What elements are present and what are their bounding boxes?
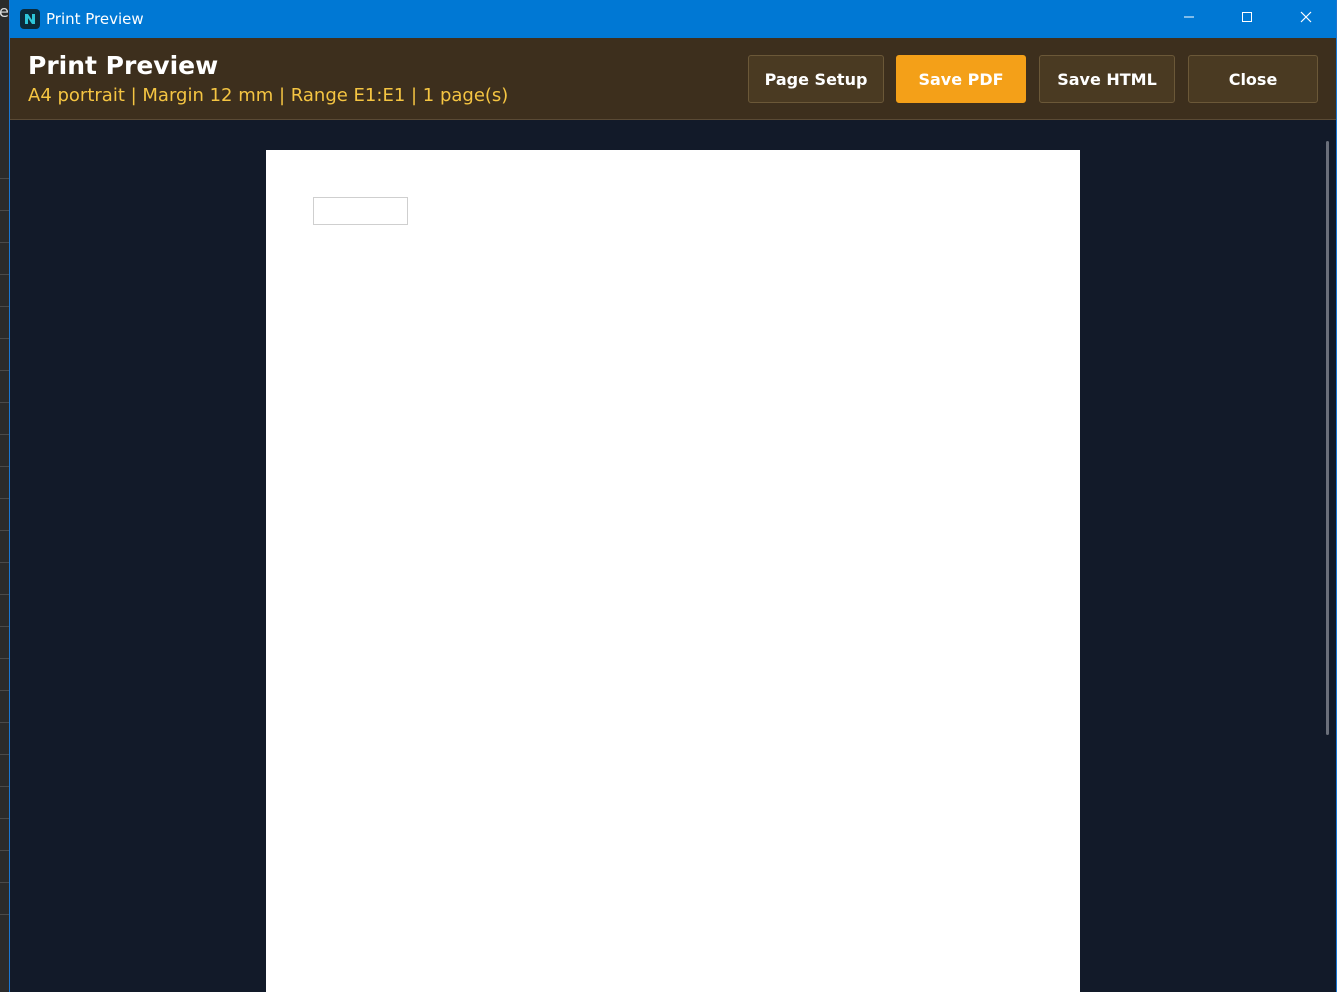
app-logo-icon xyxy=(20,9,40,29)
page-setup-button[interactable]: Page Setup xyxy=(748,55,884,103)
vertical-scrollbar[interactable] xyxy=(1326,141,1329,735)
save-pdf-button[interactable]: Save PDF xyxy=(896,55,1026,103)
print-preview-window: Print Preview Print Preview A4 portrait … xyxy=(9,0,1337,992)
minimize-icon xyxy=(1183,10,1195,28)
close-button[interactable]: Close xyxy=(1188,55,1318,103)
printed-cell xyxy=(313,197,408,225)
maximize-icon xyxy=(1241,10,1253,28)
preview-page xyxy=(266,150,1080,992)
page-title: Print Preview xyxy=(28,51,219,80)
maximize-button[interactable] xyxy=(1218,0,1276,38)
title-bar[interactable]: Print Preview xyxy=(10,0,1336,38)
preview-canvas[interactable] xyxy=(10,121,1336,992)
close-window-button[interactable] xyxy=(1277,0,1335,38)
save-html-button[interactable]: Save HTML xyxy=(1039,55,1175,103)
preview-header: Print Preview A4 portrait | Margin 12 mm… xyxy=(10,38,1336,120)
print-settings-summary: A4 portrait | Margin 12 mm | Range E1:E1… xyxy=(28,85,509,106)
background-app-text: e xyxy=(0,2,9,21)
close-icon xyxy=(1300,10,1312,28)
window-title: Print Preview xyxy=(46,10,144,28)
minimize-button[interactable] xyxy=(1160,0,1218,38)
